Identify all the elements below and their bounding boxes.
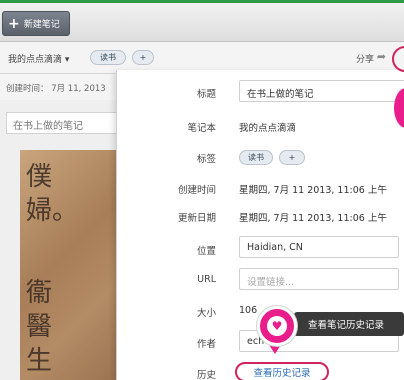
notebook-label: 笔记本 bbox=[187, 123, 216, 134]
notebook-value: 我的点点滴滴 bbox=[239, 123, 297, 134]
panel-tag-pill[interactable]: 读书 bbox=[239, 150, 273, 165]
created-label: 创建时间 bbox=[177, 185, 216, 196]
share-arrow-icon: ➦ bbox=[376, 50, 386, 63]
share-button[interactable]: 分享 bbox=[356, 52, 374, 65]
new-note-button[interactable]: + 新建笔记 bbox=[2, 11, 70, 36]
panel-add-tag-button[interactable]: + bbox=[279, 150, 305, 165]
photo-text-bottom: 衞醫生 bbox=[26, 278, 53, 376]
new-note-label: 新建笔记 bbox=[23, 20, 60, 30]
view-history-link[interactable]: 查看历史记录 bbox=[235, 362, 329, 380]
title-label: 标题 bbox=[196, 89, 216, 100]
author-label: 作者 bbox=[196, 339, 216, 350]
size-label: 大小 bbox=[196, 308, 216, 319]
history-label: 历史 bbox=[196, 370, 216, 380]
photo-text-top: 僕婦。 bbox=[26, 162, 79, 226]
created-value: 星期四, 7月 11 2013, 11:06 上午 bbox=[239, 185, 387, 196]
updated-label: 更新日期 bbox=[177, 213, 216, 224]
created-date-row: 创建时间： 7月 11, 2013 bbox=[0, 74, 120, 100]
note-title-input[interactable]: 在书上做的笔记 bbox=[6, 112, 126, 134]
plus-icon: + bbox=[8, 15, 20, 32]
chevron-down-icon: ▾ bbox=[64, 55, 70, 65]
notebook-name: 我的点点滴滴 bbox=[8, 55, 63, 65]
location-field[interactable]: Haidian, CN bbox=[239, 236, 399, 258]
created-date-text: 创建时间： 7月 11, 2013 bbox=[6, 84, 106, 94]
url-field[interactable]: 设置链接... bbox=[239, 268, 399, 290]
history-tooltip: 查看笔记历史记录 bbox=[294, 312, 404, 336]
notebook-selector[interactable]: 我的点点滴滴 ▾ bbox=[8, 52, 69, 65]
location-label: 位置 bbox=[196, 246, 216, 257]
title-field[interactable]: 在书上做的笔记 bbox=[239, 80, 404, 102]
tags-label: 标签 bbox=[196, 154, 216, 165]
note-editor: 在书上做的笔记 僕婦。 衞醫生 bbox=[0, 100, 126, 380]
top-toolbar: + 新建笔记 bbox=[0, 0, 404, 42]
url-label: URL bbox=[197, 274, 216, 285]
book-photo-image: 僕婦。 衞醫生 bbox=[20, 150, 120, 380]
updated-value: 星期四, 7月 11 2013, 11:06 上午 bbox=[239, 213, 387, 224]
tooltip-text: 查看笔记历史记录 bbox=[308, 320, 385, 331]
annotation-marker: ♥ bbox=[257, 306, 297, 346]
add-tag-button[interactable]: + bbox=[132, 50, 154, 65]
tag-pill[interactable]: 读书 bbox=[90, 50, 126, 65]
size-value: 106 bbox=[239, 305, 258, 316]
heart-icon: ♥ bbox=[267, 316, 287, 336]
